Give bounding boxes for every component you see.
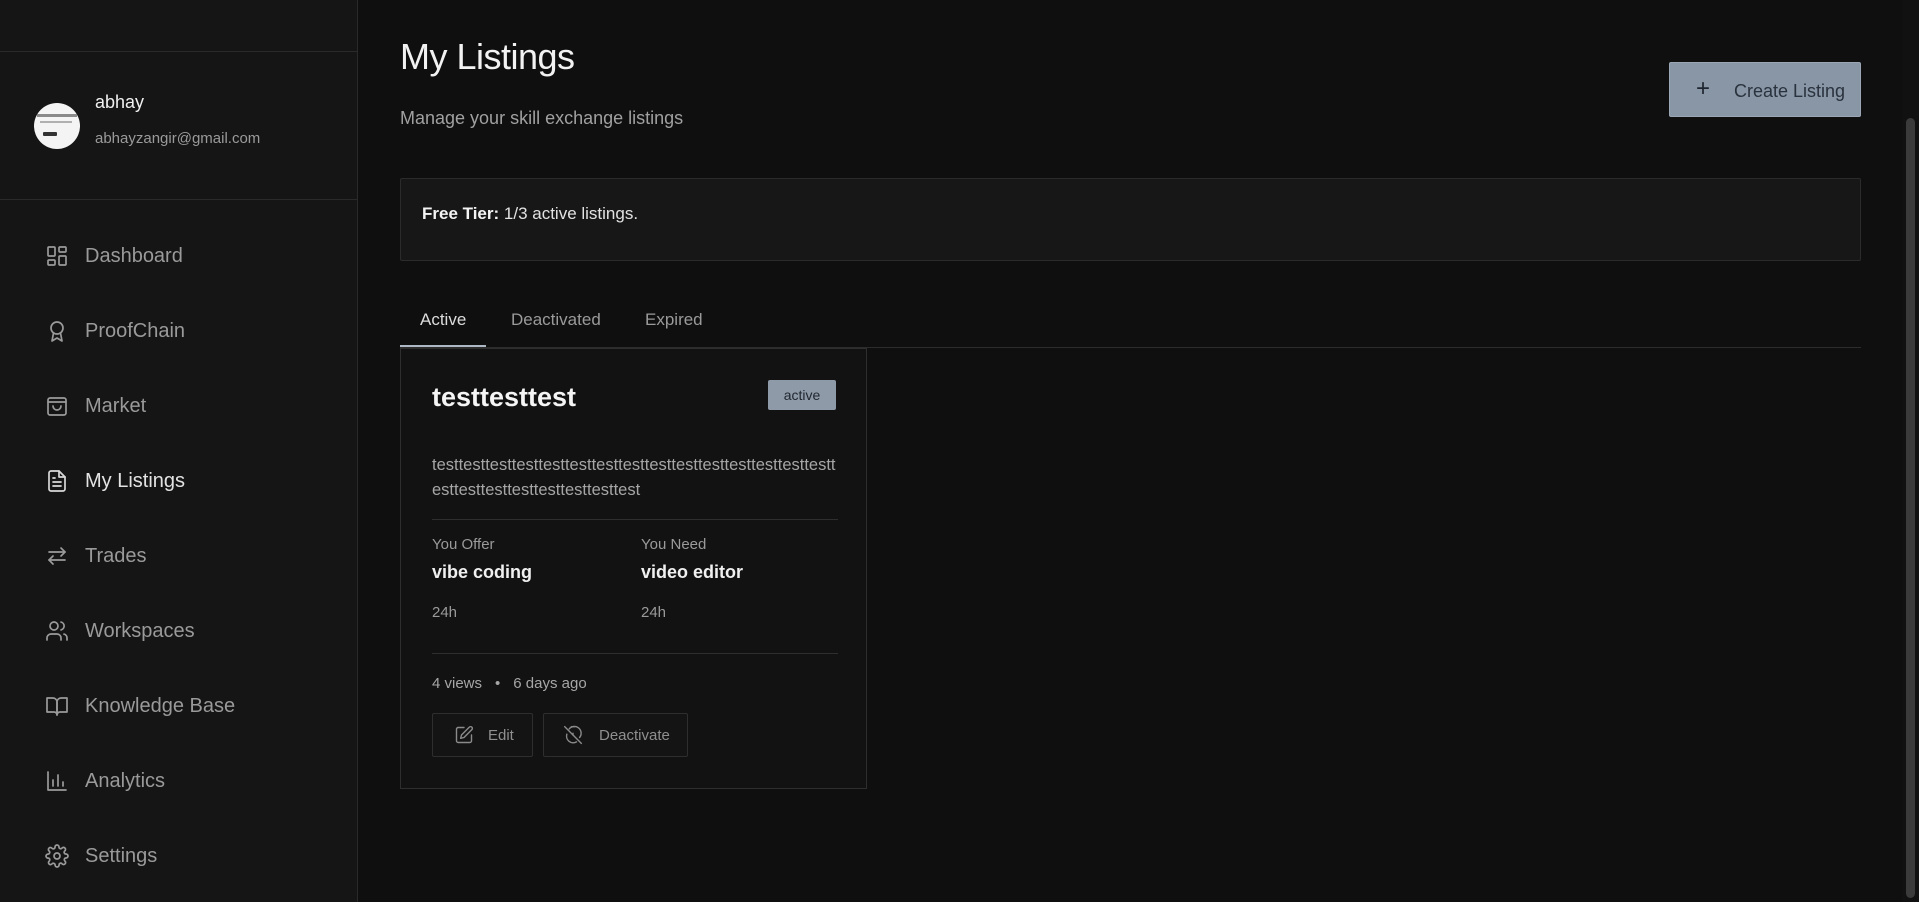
page-title: My Listings <box>400 36 575 77</box>
create-listing-label: Create Listing <box>1734 81 1846 101</box>
tier-info-banner: Free Tier: 1/3 active listings. <box>400 178 1861 261</box>
plus-icon: + <box>1696 75 1711 102</box>
book-open-icon <box>45 694 69 718</box>
scrollbar-thumb[interactable] <box>1906 118 1915 898</box>
shopping-bag-icon <box>45 394 69 418</box>
sidebar-item-analytics[interactable]: Analytics <box>0 753 358 809</box>
sidebar-item-market[interactable]: Market <box>0 378 358 434</box>
sidebar-item-proofchain[interactable]: ProofChain <box>0 303 358 359</box>
offer-duration: 24h <box>432 604 458 621</box>
sidebar-item-label: Market <box>85 395 147 417</box>
sidebar-item-label: Trades <box>85 545 147 567</box>
sidebar-item-label: Workspaces <box>85 620 195 642</box>
user-profile[interactable]: abhay abhayzangir@gmail.com <box>0 52 358 200</box>
listing-card: testtesttest active testtesttesttesttest… <box>400 348 867 789</box>
divider <box>432 519 838 520</box>
gear-icon <box>45 844 69 868</box>
page-subtitle: Manage your skill exchange listings <box>400 108 684 128</box>
sidebar-item-label: Analytics <box>85 770 166 792</box>
offer-label: You Offer <box>432 536 495 553</box>
swap-arrows-icon <box>45 544 69 568</box>
listing-description: testtesttesttesttesttesttesttesttesttest… <box>432 456 836 499</box>
sidebar-item-label: Knowledge Base <box>85 695 236 717</box>
edit-label: Edit <box>488 727 514 744</box>
edit-button[interactable]: Edit <box>432 713 533 757</box>
dashboard-icon <box>45 244 69 268</box>
sidebar-item-label: Dashboard <box>85 245 183 267</box>
deactivate-button[interactable]: Deactivate <box>543 713 688 757</box>
sidebar-item-trades[interactable]: Trades <box>0 528 358 584</box>
users-icon <box>45 619 69 643</box>
avatar[interactable] <box>34 103 80 149</box>
need-skill: video editor <box>641 562 744 582</box>
edit-icon <box>455 726 473 744</box>
sidebar-item-knowledge-base[interactable]: Knowledge Base <box>0 678 358 734</box>
profile-name: abhay <box>95 92 145 112</box>
listing-meta: 4 views • 6 days ago <box>432 675 587 692</box>
bar-chart-icon <box>45 769 69 793</box>
sidebar-item-settings[interactable]: Settings <box>0 828 358 884</box>
file-text-icon <box>45 469 69 493</box>
listing-title: testtesttest <box>432 382 577 412</box>
need-duration: 24h <box>641 604 667 621</box>
tier-label: Free Tier: <box>422 204 500 223</box>
divider <box>432 653 838 654</box>
tier-info-text: Free Tier: 1/3 active listings. <box>422 204 638 224</box>
deactivate-label: Deactivate <box>599 727 670 744</box>
sidebar-item-my-listings[interactable]: My Listings <box>0 453 358 509</box>
tab-expired[interactable]: Expired <box>645 310 703 330</box>
sidebar-item-label: My Listings <box>85 470 186 492</box>
tab-deactivated[interactable]: Deactivated <box>511 310 601 330</box>
create-listing-button[interactable]: + Create Listing <box>1669 62 1861 117</box>
meta-separator: • <box>495 675 501 692</box>
need-label: You Need <box>641 536 707 553</box>
sidebar: abhay abhayzangir@gmail.com Dashboard Pr… <box>0 0 358 902</box>
sidebar-item-workspaces[interactable]: Workspaces <box>0 603 358 659</box>
award-icon <box>45 319 69 343</box>
active-tab-indicator <box>400 345 486 347</box>
sidebar-item-label: ProofChain <box>85 320 186 342</box>
listing-age: 6 days ago <box>513 675 587 692</box>
view-count: 4 views <box>432 675 483 692</box>
tab-active[interactable]: Active <box>420 310 466 330</box>
timer-off-icon <box>563 725 583 745</box>
status-badge: active <box>768 380 836 410</box>
offer-skill: vibe coding <box>432 562 533 582</box>
sidebar-item-label: Settings <box>85 845 158 867</box>
sidebar-item-dashboard[interactable]: Dashboard <box>0 228 358 284</box>
tier-usage: 1/3 active listings. <box>499 204 639 223</box>
profile-email: abhayzangir@gmail.com <box>95 130 261 147</box>
